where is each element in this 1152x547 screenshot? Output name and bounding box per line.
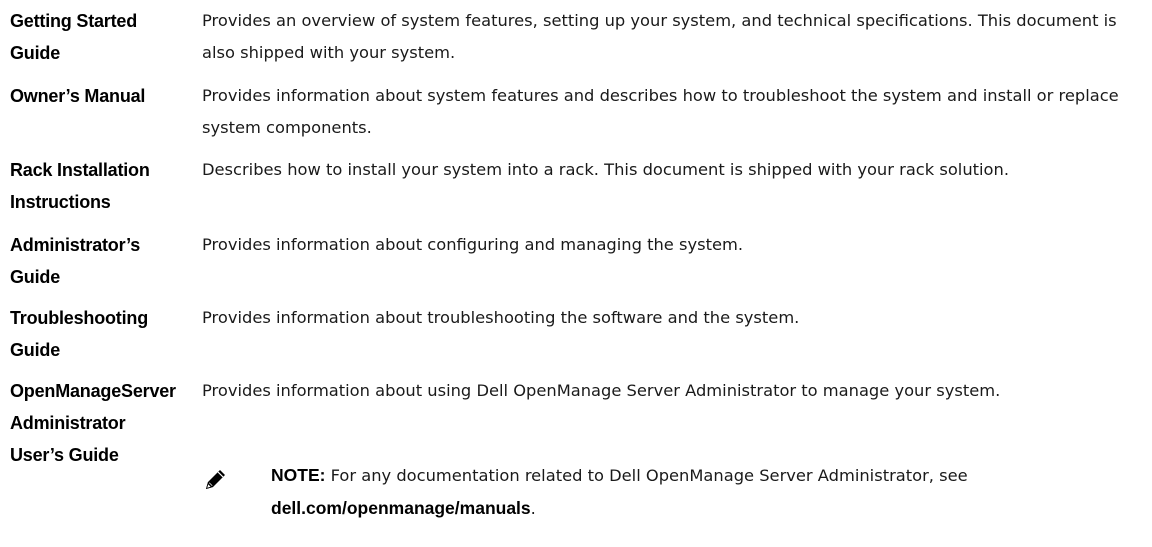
doc-title: OpenManageServer Administrator User’s Gu… xyxy=(10,381,176,465)
note-label: NOTE: xyxy=(271,465,326,485)
doc-description: Provides information about configuring a… xyxy=(202,235,744,254)
doc-title: Owner’s Manual xyxy=(10,86,146,106)
doc-description: Provides information about system featur… xyxy=(202,86,1119,137)
doc-title: Administrator’s Guide xyxy=(10,235,141,287)
manuals-link[interactable]: dell.com/openmanage/manuals xyxy=(271,498,531,518)
doc-description: Provides information about using Dell Op… xyxy=(202,381,1001,400)
note-end: . xyxy=(530,499,536,518)
pencil-icon xyxy=(206,470,225,489)
doc-title: Rack Installation Instructions xyxy=(10,160,150,212)
doc-description: Provides an overview of system features,… xyxy=(202,11,1117,62)
doc-title: Troubleshooting Guide xyxy=(10,308,148,360)
note-body: For any documentation related to Dell Op… xyxy=(325,466,968,485)
note-text: NOTE: For any documentation related to D… xyxy=(271,459,1150,525)
doc-description: Describes how to install your system int… xyxy=(202,160,1009,179)
doc-description: Provides information about troubleshooti… xyxy=(202,308,800,327)
doc-title: Getting Started Guide xyxy=(10,11,138,63)
